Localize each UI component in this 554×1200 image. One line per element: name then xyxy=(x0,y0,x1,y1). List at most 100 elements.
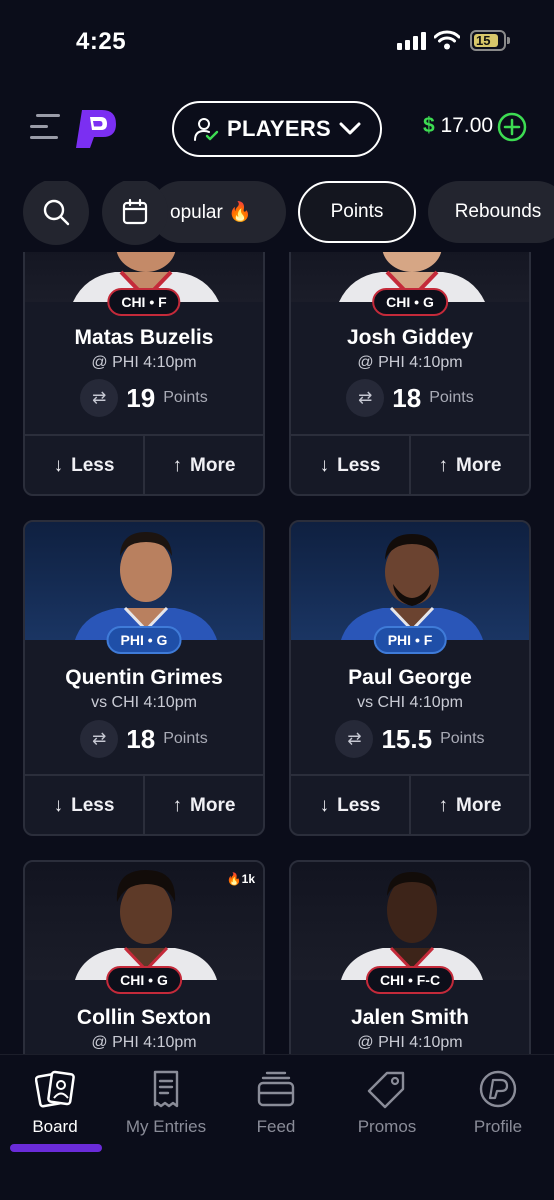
player-card-grid: CHI • F Matas Buzelis @ PHI 4:10pm ⇄ 19 … xyxy=(0,252,554,1054)
filter-chip-label: Rebounds xyxy=(454,201,542,222)
filter-chip-popular[interactable]: opular 🔥 xyxy=(150,181,286,243)
menu-icon[interactable] xyxy=(30,114,60,140)
stat-type: Points xyxy=(163,730,208,747)
profile-icon xyxy=(479,1070,517,1108)
nav-label: Board xyxy=(32,1117,78,1136)
account-balance[interactable]: $ 17.00 xyxy=(423,114,493,138)
player-name: Collin Sexton xyxy=(76,1006,212,1029)
more-button[interactable]: ↑ More xyxy=(409,436,529,494)
player-name: Josh Giddey xyxy=(346,326,474,349)
pick-buttons: ↓ Less ↑ More xyxy=(291,434,529,494)
arrow-up-icon: ↑ xyxy=(438,455,449,476)
add-funds-icon[interactable] xyxy=(497,112,527,142)
game-prefix: vs xyxy=(357,694,374,711)
opponent: CHI xyxy=(111,694,140,711)
less-label: Less xyxy=(71,455,115,476)
less-label: Less xyxy=(337,795,381,816)
more-button[interactable]: ↑ More xyxy=(143,776,263,834)
arrow-down-icon: ↓ xyxy=(53,455,64,476)
nav-label: My Entries xyxy=(125,1117,207,1136)
nav-item-board[interactable]: Board xyxy=(0,1069,110,1137)
player-card[interactable]: CHI • F Matas Buzelis @ PHI 4:10pm ⇄ 19 … xyxy=(23,252,265,496)
app-logo[interactable] xyxy=(72,106,120,152)
player-card[interactable]: 🔥1k CHI • G Collin Sexton @ PHI 4:10pm xyxy=(23,860,265,1054)
team-position-badge: PHI • F xyxy=(373,626,447,654)
game-info: @ PHI 4:10pm xyxy=(25,354,263,372)
nav-item-profile[interactable]: Profile xyxy=(443,1069,553,1137)
filter-chip-label: Points xyxy=(330,201,384,222)
less-button[interactable]: ↓ Less xyxy=(25,776,143,834)
pick-buttons: ↓ Less ↑ More xyxy=(25,434,263,494)
status-time: 4:25 xyxy=(76,28,127,55)
more-label: More xyxy=(190,455,236,476)
nav-label: Profile xyxy=(473,1117,523,1136)
filter-chip-points[interactable]: Points xyxy=(298,181,416,243)
game-time: 4:10pm xyxy=(409,1034,463,1051)
calendar-button[interactable] xyxy=(102,181,168,245)
players-dropdown-button[interactable]: PLAYERS xyxy=(172,101,382,157)
team-position-badge: CHI • F-C xyxy=(365,966,455,994)
game-time: 4:10pm xyxy=(143,354,197,371)
swap-icon[interactable]: ⇄ xyxy=(346,379,385,417)
game-time: 4:10pm xyxy=(143,694,197,711)
search-button[interactable] xyxy=(23,181,89,245)
line-value: 19 xyxy=(126,382,156,413)
battery-icon: 15 xyxy=(470,30,510,51)
game-prefix: vs xyxy=(91,694,108,711)
more-button[interactable]: ↑ More xyxy=(409,776,529,834)
swap-icon[interactable]: ⇄ xyxy=(80,720,119,758)
players-label: PLAYERS xyxy=(227,116,331,141)
game-prefix: @ xyxy=(357,1034,374,1051)
less-button[interactable]: ↓ Less xyxy=(25,436,143,494)
nav-item-promos[interactable]: Promos xyxy=(332,1069,442,1137)
player-card[interactable]: CHI • F-C Jalen Smith @ PHI 4:10pm xyxy=(289,860,531,1054)
projection-line: ⇄ 19 Points xyxy=(25,379,263,417)
projection-line: ⇄ 18 Points xyxy=(25,720,263,758)
projection-line: ⇄ 15.5 Points xyxy=(291,720,529,758)
team-position-badge: PHI • G xyxy=(106,626,182,654)
filter-chip-rebounds[interactable]: Rebounds xyxy=(428,181,554,243)
stat-filter-bar: opular 🔥 Points Rebounds xyxy=(0,181,554,245)
arrow-up-icon: ↑ xyxy=(438,795,449,816)
chevron-down-icon xyxy=(339,122,361,135)
player-card[interactable]: PHI • G Quentin Grimes vs CHI 4:10pm ⇄ 1… xyxy=(23,520,265,836)
feed-icon xyxy=(257,1071,295,1107)
pick-buttons: ↓ Less ↑ More xyxy=(25,774,263,834)
more-label: More xyxy=(456,455,502,476)
nav-item-feed[interactable]: Feed xyxy=(221,1069,331,1137)
more-label: More xyxy=(190,795,236,816)
app-header: PLAYERS $ 17.00 xyxy=(0,98,554,158)
search-icon xyxy=(43,199,70,226)
game-time: 4:10pm xyxy=(409,694,463,711)
status-bar: 4:25 15 xyxy=(0,0,554,80)
player-name: Jalen Smith xyxy=(351,1006,469,1029)
swap-icon[interactable]: ⇄ xyxy=(335,720,374,758)
arrow-up-icon: ↑ xyxy=(172,455,183,476)
swap-icon[interactable]: ⇄ xyxy=(80,379,119,417)
less-button[interactable]: ↓ Less xyxy=(291,776,409,834)
stat-type: Points xyxy=(440,730,485,747)
line-value: 15.5 xyxy=(381,723,433,754)
arrow-down-icon: ↓ xyxy=(319,795,330,816)
more-button[interactable]: ↑ More xyxy=(143,436,263,494)
wifi-icon xyxy=(434,30,460,50)
player-card[interactable]: PHI • F Paul George vs CHI 4:10pm ⇄ 15.5… xyxy=(289,520,531,836)
team-position-badge: CHI • G xyxy=(106,966,182,994)
line-value: 18 xyxy=(392,382,422,413)
signal-icon xyxy=(397,32,426,50)
player-card[interactable]: CHI • G Josh Giddey @ PHI 4:10pm ⇄ 18 Po… xyxy=(289,252,531,496)
arrow-down-icon: ↓ xyxy=(53,795,64,816)
receipt-icon xyxy=(153,1070,179,1108)
active-tab-indicator xyxy=(10,1144,102,1152)
game-prefix: @ xyxy=(91,1034,108,1051)
game-info: vs CHI 4:10pm xyxy=(25,694,263,712)
nav-item-my-entries[interactable]: My Entries xyxy=(111,1069,221,1137)
less-button[interactable]: ↓ Less xyxy=(291,436,409,494)
calendar-icon xyxy=(122,198,148,225)
pick-buttons: ↓ Less ↑ More xyxy=(291,774,529,834)
player-photo xyxy=(291,862,529,980)
balance-amount: 17.00 xyxy=(440,114,494,137)
arrow-down-icon: ↓ xyxy=(319,455,330,476)
game-time: 4:10pm xyxy=(409,354,463,371)
arrow-up-icon: ↑ xyxy=(172,795,183,816)
